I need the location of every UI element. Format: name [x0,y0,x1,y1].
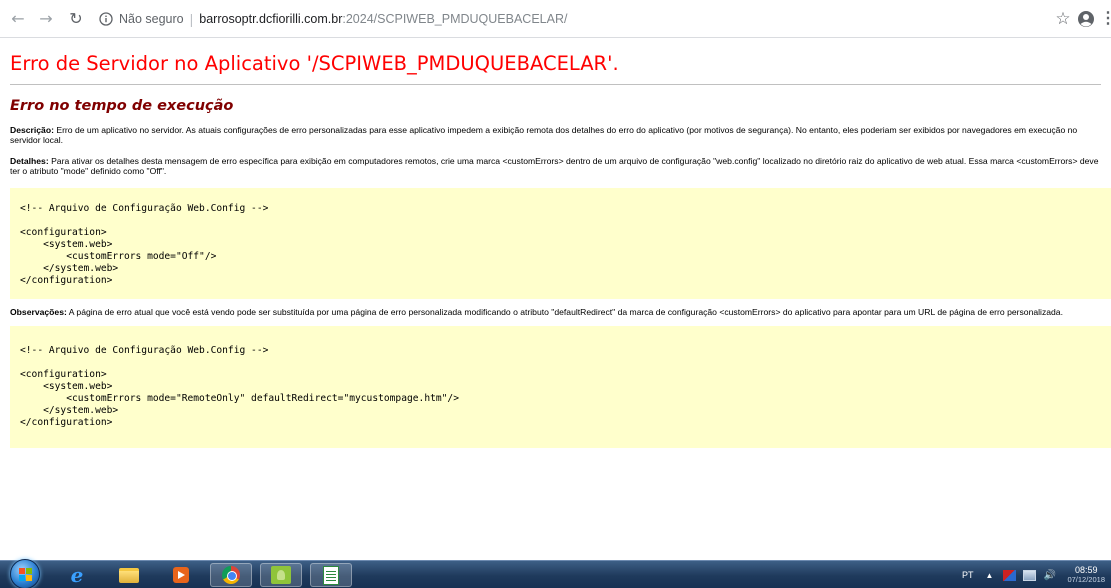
star-icon[interactable]: ☆ [1053,9,1073,29]
action-center-flag-icon[interactable] [1003,569,1017,581]
start-button[interactable] [10,559,40,588]
app-icon[interactable] [260,563,302,587]
spreadsheet-icon[interactable] [310,563,352,587]
clock[interactable]: 08:59 07/12/2018 [1067,565,1105,585]
taskbar: e PT ▲ 🔊 08:59 07/12/2018 [0,559,1111,588]
details-paragraph: Detalhes: Para ativar os detalhes desta … [10,156,1101,176]
details-label: Detalhes: [10,156,49,166]
title-divider [10,84,1101,85]
config-code-block-remoteonly: <!-- Arquivo de Configuração Web.Config … [10,326,1111,448]
page-subtitle: Erro no tempo de execução [10,98,234,114]
forward-arrow-icon[interactable]: → [34,7,58,31]
windows-logo-icon [19,568,33,582]
url-host[interactable]: barrosoptr.dcfiorilli.com.br [199,12,342,26]
description-label: Descrição: [10,125,54,135]
menu-icon[interactable]: ⋮ [1100,8,1111,30]
system-tray: PT ▲ 🔊 08:59 07/12/2018 [962,561,1105,588]
back-arrow-icon[interactable]: ← [6,7,30,31]
error-page: Erro de Servidor no Aplicativo '/SCPIWEB… [0,39,1111,448]
browser-toolbar: ← → ↻ Não seguro | barrosoptr.dcfiorilli… [0,0,1111,38]
address-separator: | [189,10,194,27]
clock-date: 07/12/2018 [1067,575,1105,584]
file-explorer-icon[interactable] [108,563,150,587]
observations-text: A página de erro atual que você está ven… [66,307,1063,317]
url-path[interactable]: :2024/SCPIWEB_PMDUQUEBACELAR/ [342,12,567,26]
chrome-icon[interactable] [210,563,252,587]
internet-explorer-icon[interactable]: e [56,563,98,587]
language-indicator[interactable]: PT [962,570,974,580]
volume-icon[interactable]: 🔊 [1043,570,1056,581]
account-icon[interactable] [1075,8,1097,30]
description-paragraph: Descrição: Erro de um aplicativo no serv… [10,125,1101,145]
address-bar[interactable]: Não seguro | barrosoptr.dcfiorilli.com.b… [98,5,1018,33]
network-icon[interactable] [1023,569,1037,581]
page-title: Erro de Servidor no Aplicativo '/SCPIWEB… [10,52,619,75]
description-text: Erro de um aplicativo no servidor. As at… [10,125,1078,145]
config-code-block-off: <!-- Arquivo de Configuração Web.Config … [10,188,1111,299]
info-icon[interactable] [98,11,114,27]
details-text: Para ativar os detalhes desta mensagem d… [10,156,1099,176]
reload-icon[interactable]: ↻ [64,7,88,31]
observations-label: Observações: [10,307,67,317]
clock-time: 08:59 [1074,565,1098,575]
show-hidden-icons-icon[interactable]: ▲ [986,571,994,580]
security-label[interactable]: Não seguro [119,12,184,26]
observations-paragraph: Observações: A página de erro atual que … [10,307,1101,317]
media-player-icon[interactable] [160,563,202,587]
